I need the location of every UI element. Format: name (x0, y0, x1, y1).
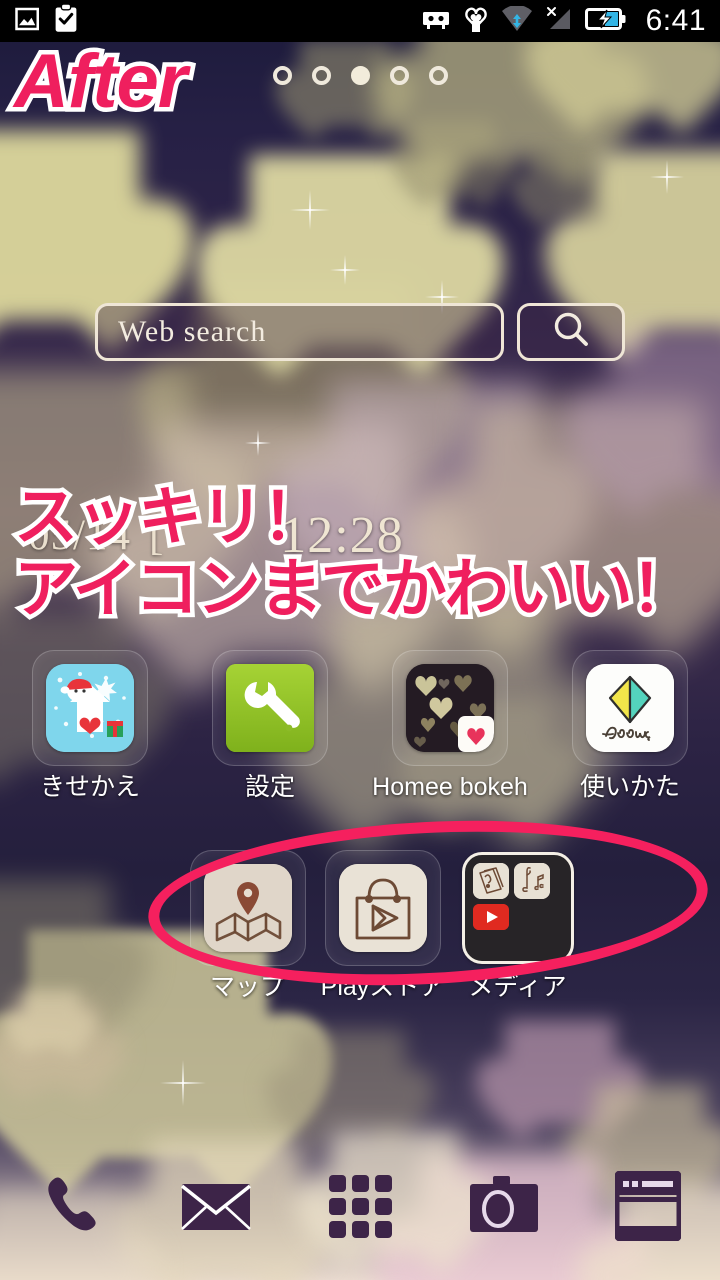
wifi-icon (501, 4, 533, 37)
app-label: Homee bokeh (372, 774, 528, 801)
browser-icon (614, 1170, 682, 1246)
page-dot-4[interactable] (389, 66, 409, 85)
search-input[interactable]: Web search (95, 303, 504, 361)
sparkle-icon (160, 1060, 206, 1106)
dock-item-app-drawer[interactable] (288, 1171, 432, 1246)
app-label: 使いかた (579, 774, 680, 801)
mail-icon (179, 1176, 253, 1241)
dock-item-camera[interactable] (432, 1175, 576, 1242)
search-widget[interactable]: Web search (95, 303, 625, 361)
screenshot-icon (14, 4, 44, 39)
page-dot-1[interactable] (272, 66, 292, 85)
status-bar-notifications[interactable] (14, 2, 80, 39)
battery-charging-icon (584, 6, 627, 37)
settings-wrench-icon (226, 664, 314, 752)
clipboard-check-icon (52, 2, 80, 39)
dock (0, 1158, 720, 1258)
theme-changer-icon (46, 664, 134, 752)
bokeh-heart (295, 1030, 405, 1134)
status-bar-system-icons[interactable]: 6:41 (421, 4, 706, 39)
page-dot-2[interactable] (311, 66, 331, 85)
app-icon-frame[interactable] (32, 650, 148, 766)
status-bar[interactable]: 6:41 (0, 0, 720, 42)
app-row-1: きせかえ 設定 Homee bokeh 使いかた (0, 650, 720, 800)
phone-icon (35, 1169, 109, 1248)
page-dot-5[interactable] (428, 66, 448, 85)
annotation-jp-line-1: スッキリ！ (10, 480, 331, 555)
dock-item-mail[interactable] (144, 1176, 288, 1241)
app-icon-frame[interactable] (212, 650, 328, 766)
bokeh-heart (530, 150, 600, 216)
search-icon (549, 308, 593, 357)
app-item-homee-bokeh[interactable]: Homee bokeh (360, 650, 540, 800)
app-label: きせかえ (39, 774, 140, 801)
dock-item-browser[interactable] (576, 1170, 720, 1246)
sparkle-icon (330, 255, 360, 285)
app-icon-frame[interactable] (572, 650, 688, 766)
app-item-howto[interactable]: 使いかた (540, 650, 720, 800)
app-drawer-icon (325, 1171, 395, 1246)
bokeh-heart (0, 130, 140, 320)
app-icon-frame[interactable] (392, 650, 508, 766)
status-bar-clock: 6:41 (645, 4, 706, 37)
bokeh-heart (610, 330, 720, 490)
search-button[interactable] (517, 303, 625, 361)
annotation-jp-line-2: アイコンまでかわいい！ (10, 552, 700, 627)
app-item-settings[interactable]: 設定 (180, 650, 360, 800)
signal-none-icon (544, 5, 574, 38)
dock-item-phone[interactable] (0, 1169, 144, 1248)
camera-icon (467, 1175, 541, 1242)
annotation-after-label: After (9, 39, 191, 124)
homee-howto-icon (586, 664, 674, 752)
heart-app-icon (462, 4, 490, 39)
wallpaper (0, 0, 720, 1280)
app-item-kisekae[interactable]: きせかえ (0, 650, 180, 800)
sparkle-icon (290, 190, 330, 230)
search-input-text: Web search (118, 315, 267, 348)
page-dot-3-active[interactable] (350, 66, 370, 85)
home-screen: 6:41 Web search 05/14 [ 12:28 きせかえ 設定 Ho… (0, 0, 720, 1280)
homee-bokeh-icon (406, 664, 494, 752)
sparkle-icon (650, 160, 684, 194)
usb-debug-icon (421, 8, 451, 35)
sparkle-icon (245, 430, 271, 456)
app-label: 設定 (244, 774, 295, 801)
